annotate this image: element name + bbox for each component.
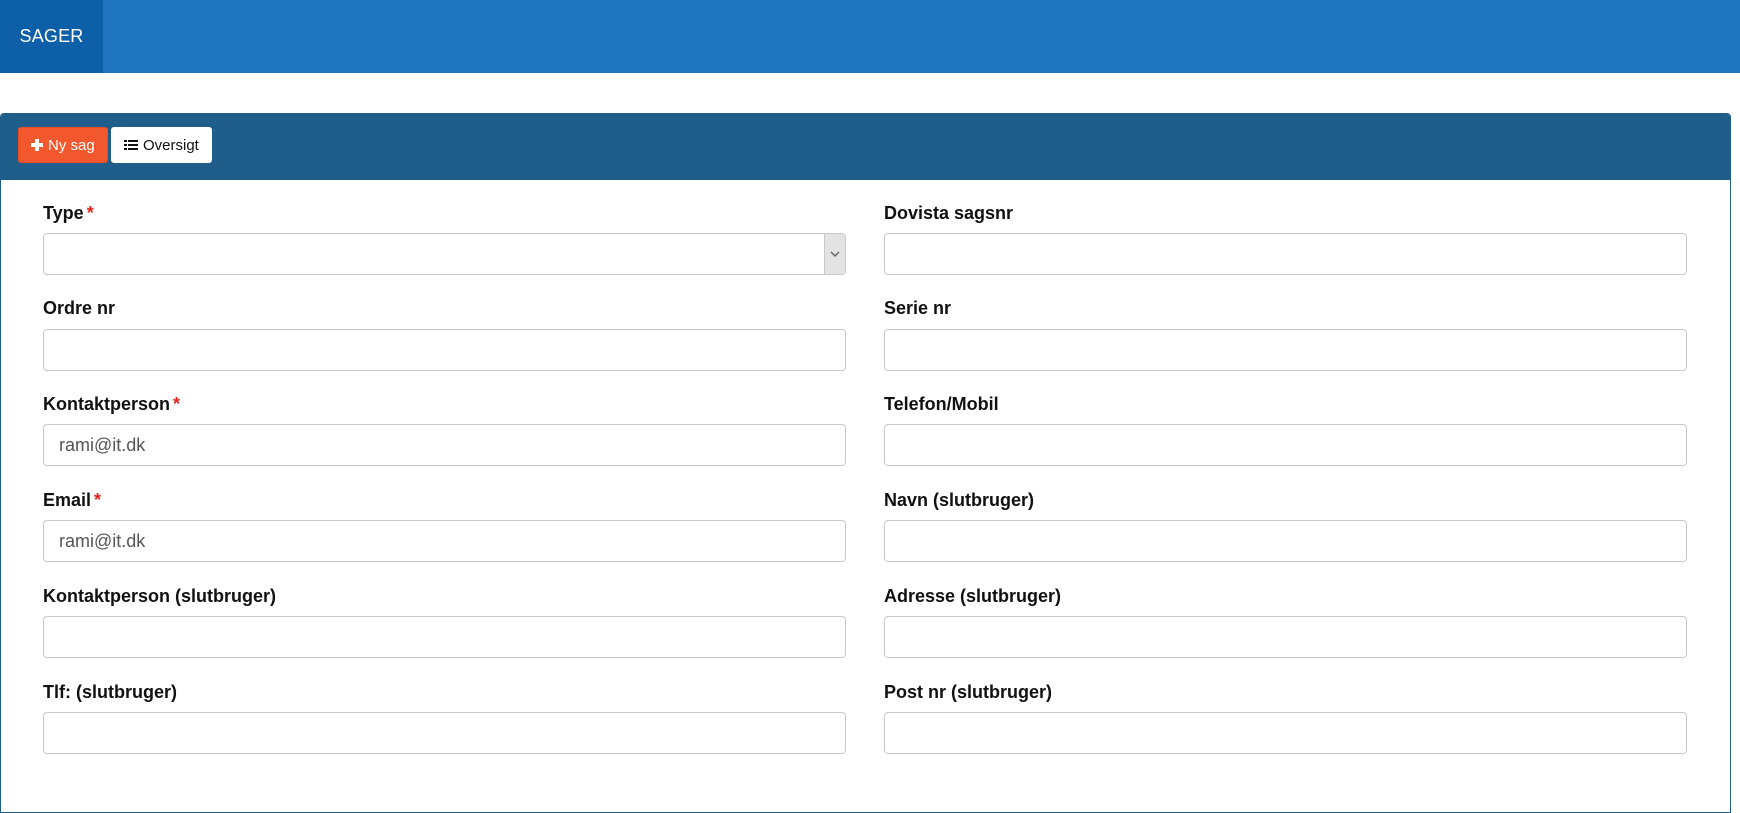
type-label-text: Type — [43, 203, 84, 223]
order-nr-input[interactable] — [43, 329, 846, 371]
type-label: Type * — [43, 203, 846, 224]
serial-nr-input[interactable] — [884, 329, 1687, 371]
email-input[interactable]: rami@it.dk — [43, 520, 846, 562]
enduser-postal-label: Post nr (slutbruger) — [884, 682, 1053, 702]
contact-person-input[interactable]: rami@it.dk — [43, 424, 846, 466]
enduser-contact-label: Kontaktperson (slutbruger) — [43, 586, 277, 606]
new-case-label: Ny sag — [48, 136, 95, 154]
required-mark: * — [94, 490, 102, 510]
required-mark: * — [173, 394, 181, 414]
email-label-text: Email — [43, 490, 92, 510]
type-select[interactable] — [43, 233, 846, 275]
chevron-down-icon[interactable] — [824, 234, 845, 274]
contact-person-label-text: Kontaktperson — [43, 394, 171, 414]
order-nr-label: Ordre nr — [43, 298, 116, 318]
new-case-button[interactable]: Ny sag — [18, 127, 108, 163]
serial-nr-label: Serie nr — [884, 298, 952, 318]
enduser-postal-input[interactable] — [884, 712, 1687, 754]
required-mark: * — [86, 203, 94, 223]
email-label: Email * — [43, 490, 846, 511]
dovista-case-nr-input[interactable] — [884, 233, 1687, 275]
list-icon — [124, 139, 138, 151]
enduser-name-label: Navn (slutbruger) — [884, 490, 1035, 510]
phone-mobile-label: Telefon/Mobil — [884, 394, 999, 414]
phone-mobile-input[interactable] — [884, 424, 1687, 466]
plus-icon — [31, 139, 43, 151]
enduser-contact-input[interactable] — [43, 616, 846, 658]
top-navbar: SAGER — [0, 0, 1740, 73]
nav-item-sager[interactable]: SAGER — [0, 0, 103, 73]
overview-label: Oversigt — [143, 136, 199, 154]
enduser-phone-input[interactable] — [43, 712, 846, 754]
overview-button[interactable]: Oversigt — [111, 127, 212, 163]
contact-person-label: Kontaktperson * — [43, 394, 846, 415]
enduser-name-input[interactable] — [884, 520, 1687, 562]
enduser-address-input[interactable] — [884, 616, 1687, 658]
enduser-address-label: Adresse (slutbruger) — [884, 586, 1062, 606]
enduser-phone-label: Tlf: (slutbruger) — [43, 682, 177, 702]
dovista-case-nr-label: Dovista sagsnr — [884, 203, 1014, 223]
panel-toolbar: Ny sag Oversigt — [1, 114, 1730, 180]
